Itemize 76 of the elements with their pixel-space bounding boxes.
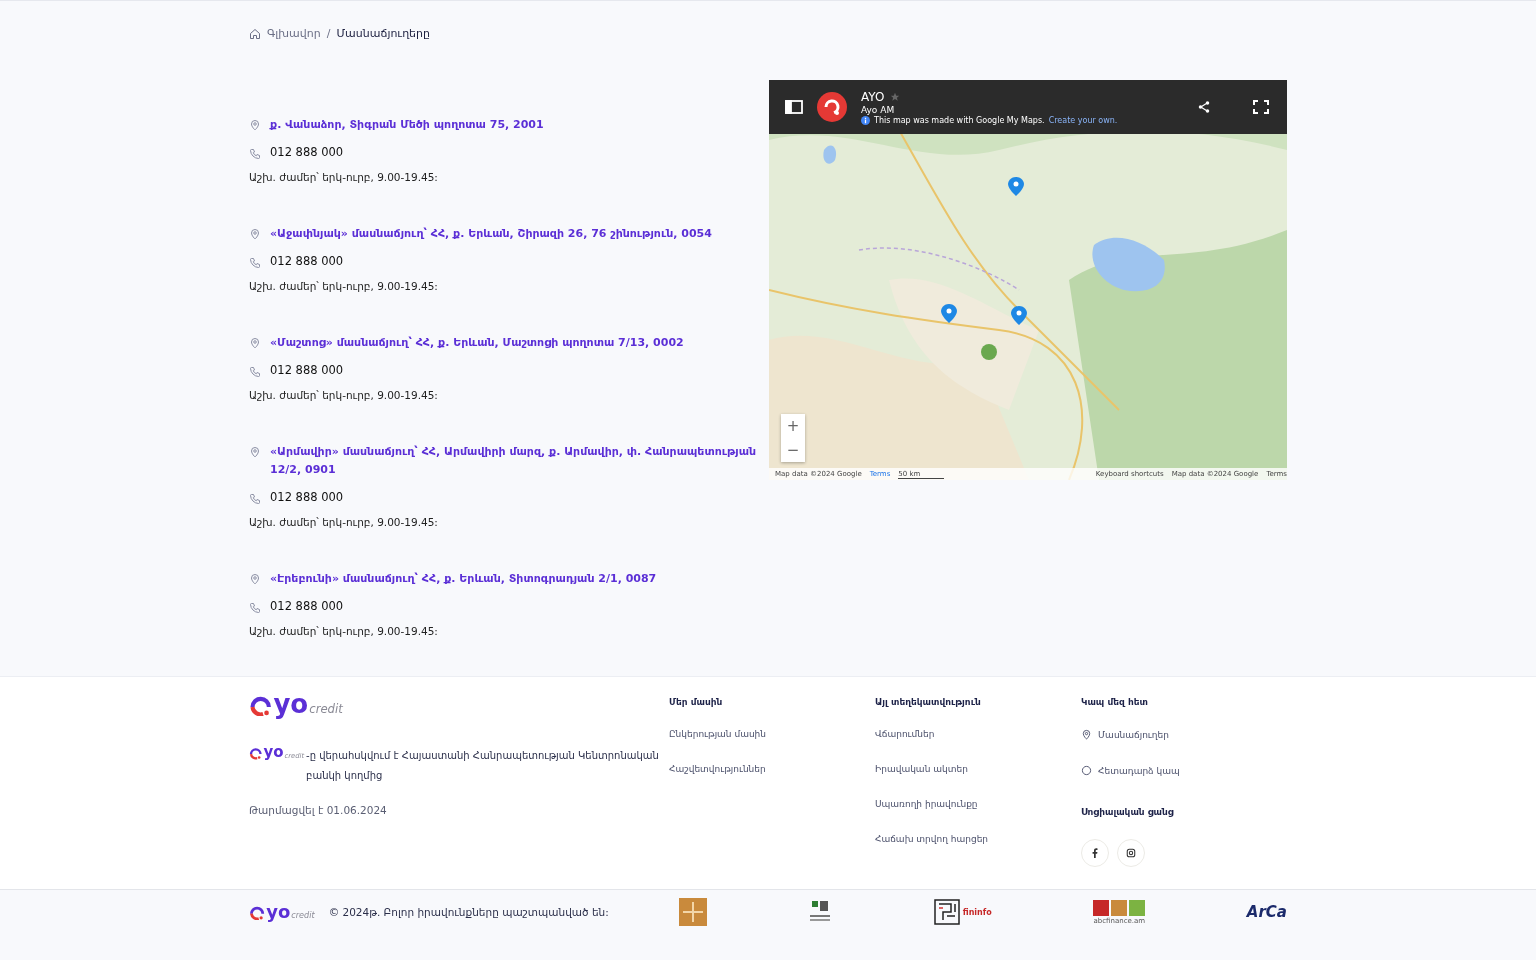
logo-text: yo	[273, 693, 309, 717]
branch-phone: 012 888 000	[270, 490, 344, 504]
squares-icon	[1093, 899, 1146, 916]
branch-address[interactable]: «Մաշտոց» մասնաճյուղ՝ ՀՀ, ք. Երևան, Մաշտոցի պողոտա 7/13, 0002	[270, 334, 684, 352]
sidebar-toggle-icon[interactable]	[785, 99, 803, 115]
branch-phone: 012 888 000	[270, 254, 344, 268]
branch-address[interactable]: «Արմավիր» մասնաճյուղ՝ ՀՀ, Արմավիրի մարզ, ք. Արմավիր, փ. Հանրապետության 12/2, 0901	[270, 443, 759, 479]
info-icon	[861, 115, 870, 125]
maze-icon	[933, 899, 960, 925]
footer-link[interactable]: Մասնաճյուղեր	[1081, 729, 1287, 740]
star-icon[interactable]	[890, 91, 901, 102]
zoom-out-button[interactable]: −	[781, 438, 805, 462]
footer-heading: Սոցիալական ցանց	[1081, 807, 1175, 817]
branch-hours: Աշխ. ժամեր՝ երկ-ուրբ, 9.00-19.45:	[249, 516, 439, 528]
instagram-button[interactable]	[1117, 839, 1145, 867]
location-pin-icon	[249, 573, 261, 585]
location-pin-icon	[249, 446, 261, 458]
map-subtitle: Ayo AM	[861, 104, 896, 115]
partner-name: fininfo	[962, 907, 992, 917]
branch-hours: Աշխ. ժամեր՝ երկ-ուրբ, 9.00-19.45:	[249, 625, 439, 637]
logo-suffix: credit	[309, 702, 343, 717]
brand-logo-icon	[817, 92, 847, 122]
instagram-icon	[1126, 848, 1136, 858]
breadcrumb-link[interactable]: Մասնաճյուղերը	[336, 27, 431, 40]
phone-icon	[249, 602, 261, 614]
fullscreen-icon[interactable]	[1253, 100, 1269, 114]
chat-icon	[1081, 765, 1092, 776]
location-pin-icon	[249, 228, 261, 240]
branch-hours: Աշխ. ժամեր՝ երկ-ուրբ, 9.00-19.45:	[249, 171, 439, 183]
branch-phone: 012 888 000	[270, 599, 344, 613]
zoom-in-button[interactable]: +	[781, 414, 805, 438]
location-pin-icon	[249, 119, 261, 131]
phone-icon	[249, 148, 261, 160]
footer-heading: Մեր մասին	[669, 697, 724, 707]
footer-link[interactable]: Հետադարձ կապ	[1081, 765, 1287, 776]
map-title: AYO	[861, 89, 885, 104]
copyright-text: © 2024թ. Բոլոր իրավունքները պաշտպանված են:	[328, 906, 610, 918]
footer-link[interactable]: Սպառողի իրավունքը	[875, 799, 1081, 809]
branch-phone: 012 888 000	[270, 145, 344, 159]
branch-phone: 012 888 000	[270, 363, 344, 377]
footer-heading: Այլ տեղեկատվություն	[875, 697, 982, 707]
logo-text: yo	[266, 903, 291, 921]
footer-link[interactable]: Հաշվետվություններ	[669, 764, 875, 774]
map-pin-icon[interactable]	[1008, 177, 1024, 197]
partner-logo: ArCa	[1246, 903, 1287, 921]
regulation-notice: -ը վերահսկվում է Հայաստանի Հանրապետության Կենտրոնական բանկի կողմից	[306, 749, 660, 784]
branch-hours: Աշխ. ժամեր՝ երկ-ուրբ, 9.00-19.45:	[249, 389, 439, 401]
branch-address[interactable]: «Էրեբունի» մասնաճյուղ՝ ՀՀ, ք. Երևան, Տիտոգրադյան 2/1, 0087	[270, 570, 657, 588]
phone-icon	[249, 366, 261, 378]
updated-date: Թարմացվել է 01.06.2024	[249, 804, 388, 817]
home-icon[interactable]	[249, 27, 261, 40]
footer-link[interactable]: Ընկերության մասին	[669, 729, 875, 739]
create-map-link[interactable]: Create your own.	[1048, 115, 1118, 125]
logo-text: yo	[263, 746, 284, 760]
share-icon[interactable]	[1197, 100, 1211, 114]
map-pin-icon[interactable]	[941, 304, 957, 324]
breadcrumb-link[interactable]: Գլխավոր	[267, 27, 321, 40]
footer-link[interactable]: Վճարումներ	[875, 729, 1081, 739]
branch-hours: Աշխ. ժամեր՝ երկ-ուրբ, 9.00-19.45:	[249, 280, 439, 292]
map-notice: This map was made with Google My Maps.	[874, 115, 1045, 125]
map-pin-icon[interactable]	[1011, 306, 1027, 326]
logo-suffix: credit	[291, 910, 315, 921]
partner-logo-icon	[678, 898, 707, 926]
location-pin-icon	[1081, 729, 1092, 740]
facebook-button[interactable]	[1081, 839, 1109, 867]
phone-icon	[249, 493, 261, 505]
footer-link[interactable]: Հաճախ տրվող հարցեր	[875, 834, 1081, 844]
breadcrumb-separator: /	[326, 27, 331, 40]
logo-mark-icon	[249, 746, 263, 760]
footer-heading: Կապ մեզ հետ	[1081, 697, 1149, 707]
phone-icon	[249, 257, 261, 269]
branch-address[interactable]: ք. Վանաձոր, Տիգրան Մեծի պողոտա 75, 2001	[270, 116, 544, 134]
footer-link[interactable]: Իրավական ակտեր	[875, 764, 1081, 774]
branch-address[interactable]: «Աջափնյակ» մասնաճյուղ՝ ՀՀ, ք. Երևան, Շիրազի 26, 76 շինություն, 0054	[270, 225, 712, 243]
location-pin-icon	[249, 337, 261, 349]
facebook-icon	[1091, 848, 1099, 858]
